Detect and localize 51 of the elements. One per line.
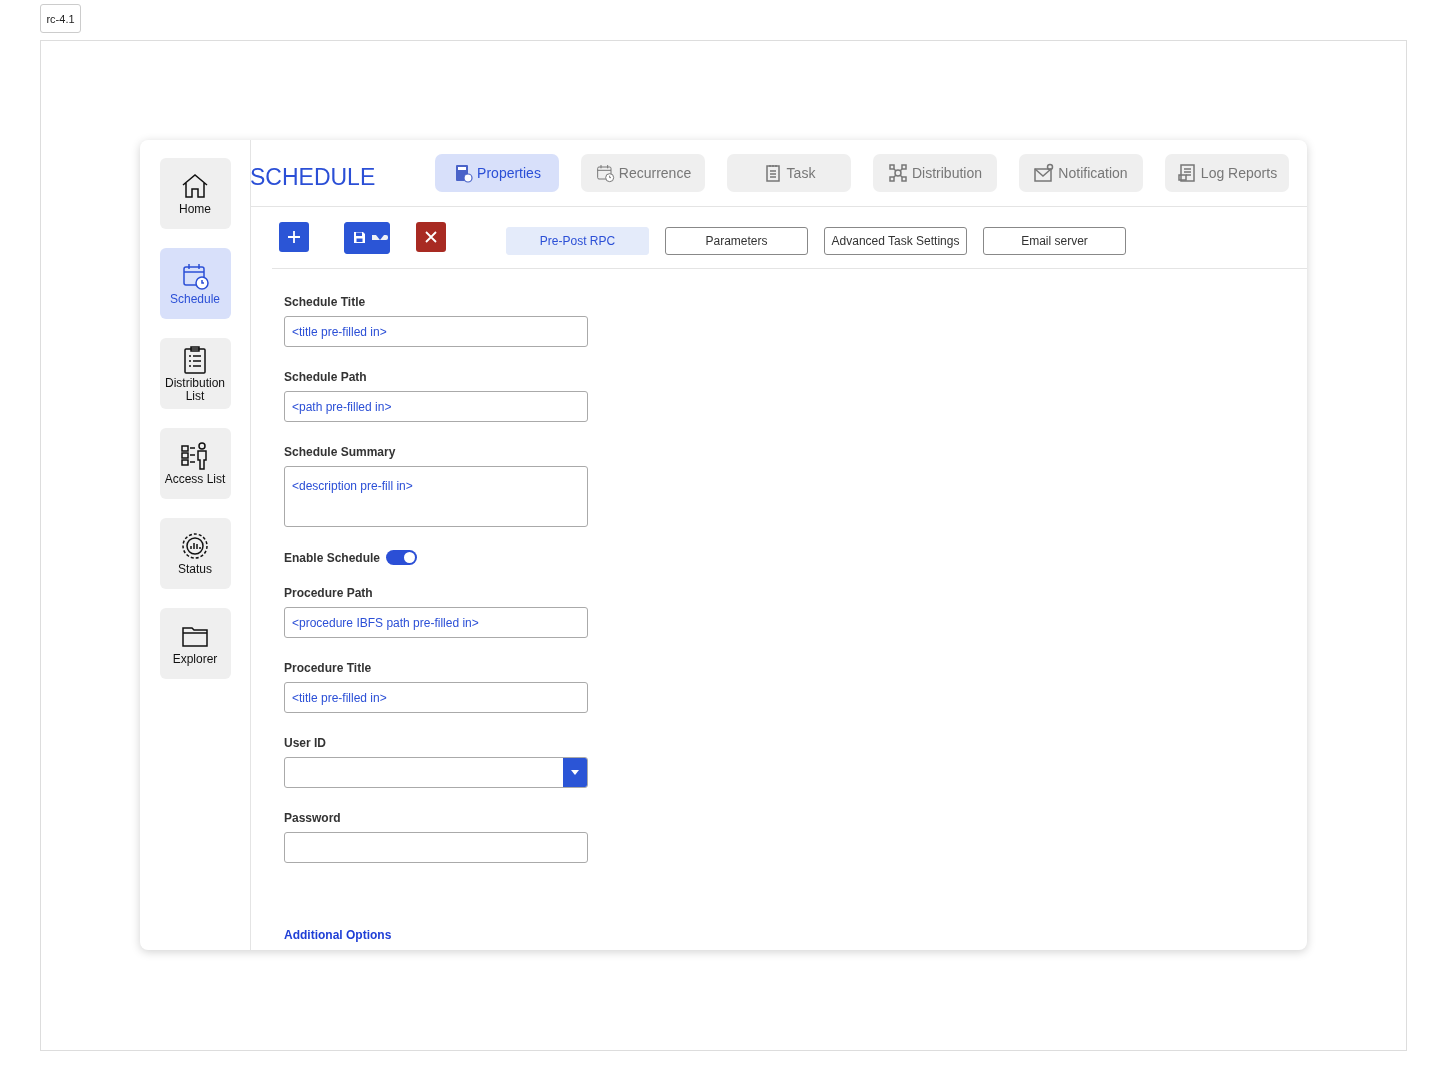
save-split-button[interactable] bbox=[344, 221, 390, 254]
network-icon bbox=[888, 163, 908, 183]
sidebar-item[interactable]: Access List bbox=[159, 428, 231, 499]
add-button[interactable] bbox=[279, 221, 309, 252]
sub-tab[interactable]: Pre-Post RPC bbox=[506, 226, 649, 255]
calendar-icon bbox=[594, 163, 615, 183]
dropdown-field[interactable] bbox=[284, 757, 588, 788]
page-title: SCHEDULE bbox=[250, 162, 377, 191]
sidebar-item[interactable]: Status bbox=[159, 518, 231, 589]
sidebar-item[interactable]: Distribution List bbox=[159, 338, 231, 409]
field-label: Schedule Summary bbox=[284, 445, 397, 459]
tab[interactable]: Distribution bbox=[873, 154, 997, 192]
input-field[interactable]: <title pre-filled in> bbox=[284, 682, 588, 713]
field-label: Enable Schedule bbox=[284, 550, 381, 565]
gear-chart-icon bbox=[180, 531, 210, 561]
caret-icon bbox=[571, 770, 579, 775]
tab[interactable]: Properties bbox=[435, 154, 559, 192]
input-field[interactable]: <title pre-filled in> bbox=[284, 316, 588, 347]
version-label: rc-4.1 bbox=[40, 4, 81, 33]
report-icon bbox=[1176, 163, 1197, 183]
field-label: Password bbox=[284, 811, 342, 825]
password-field[interactable] bbox=[284, 832, 588, 863]
additional-options-link[interactable]: Additional Options bbox=[284, 928, 392, 942]
tab[interactable]: Task bbox=[727, 154, 851, 192]
sub-tab[interactable]: Advanced Task Settings bbox=[824, 226, 967, 255]
field-label: User ID bbox=[284, 736, 328, 750]
field-label: Procedure Title bbox=[284, 661, 373, 675]
input-field[interactable]: <procedure IBFS path pre-filled in> bbox=[284, 607, 588, 638]
tab[interactable]: Recurrence bbox=[581, 154, 705, 192]
field-label: Procedure Path bbox=[284, 586, 374, 600]
plus-icon bbox=[287, 229, 301, 244]
sidebar-item[interactable]: Explorer bbox=[159, 608, 231, 679]
sub-tab[interactable]: Parameters bbox=[665, 226, 808, 255]
tab[interactable]: Log Reports bbox=[1165, 154, 1289, 192]
text-area[interactable]: <description pre-fill in> bbox=[284, 466, 588, 527]
checklist-person-icon bbox=[180, 441, 210, 471]
tab[interactable]: Notification bbox=[1019, 154, 1143, 192]
envelope-icon bbox=[1034, 163, 1055, 183]
sub-tab[interactable]: Email server bbox=[983, 226, 1126, 255]
sidebar-item[interactable]: Schedule bbox=[159, 248, 231, 319]
field-label: Schedule Path bbox=[284, 370, 368, 384]
input-field[interactable]: <path pre-filled in> bbox=[284, 391, 588, 422]
document-icon bbox=[453, 163, 474, 183]
close-icon bbox=[425, 230, 437, 243]
field-label: Schedule Title bbox=[284, 295, 367, 309]
toggle-switch[interactable] bbox=[386, 550, 418, 565]
delete-button[interactable] bbox=[416, 221, 446, 252]
sidebar-item[interactable]: Home bbox=[159, 158, 231, 229]
home-icon bbox=[180, 171, 210, 201]
caret-icon bbox=[376, 235, 384, 240]
calendar-icon bbox=[180, 261, 210, 291]
